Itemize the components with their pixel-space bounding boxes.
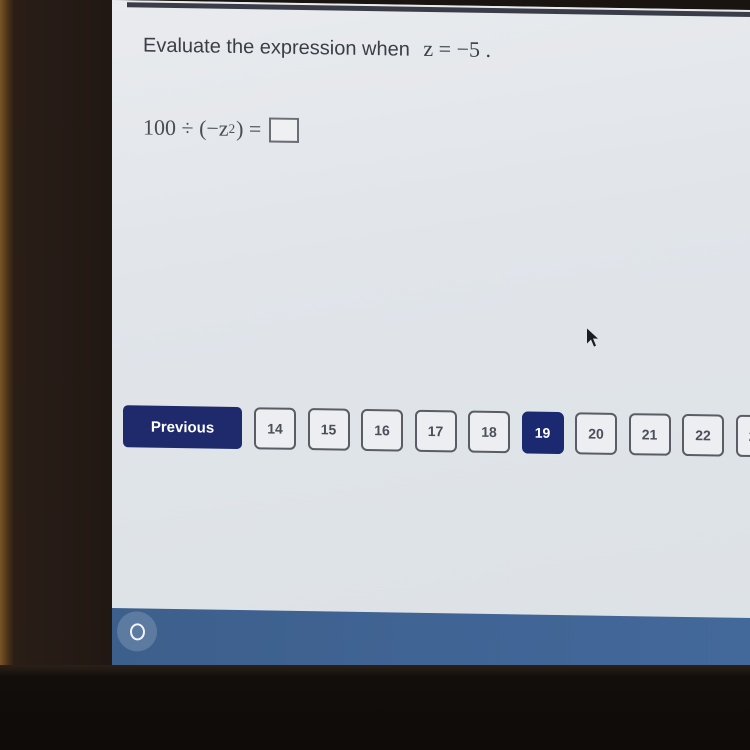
page-button-20[interactable]: 20 [575,412,617,455]
page-button-18[interactable]: 18 [468,410,510,454]
question-prompt: Evaluate the expression when z = −5 . [143,31,491,62]
previous-button[interactable]: Previous [123,405,242,450]
content-area: Evaluate the expression when z = −5 . 10… [112,0,750,621]
question-text: Evaluate the expression when [143,34,410,61]
page-button-19-current[interactable]: 19 [521,411,564,455]
page-button-21[interactable]: 21 [628,413,671,456]
question-condition: z = −5 . [423,35,491,62]
screen: Evaluate the expression when z = −5 . 10… [112,0,750,676]
question-pagination: Previous 14 15 16 17 18 19 20 21 22 23 [123,405,750,458]
monitor-bezel-bottom [0,665,750,750]
page-button-16[interactable]: 16 [361,408,403,452]
math-expression: 100 ÷ (−z 2 ) = [143,114,300,143]
page-button-23[interactable]: 23 [735,414,750,458]
page-button-17[interactable]: 17 [414,409,457,453]
cortana-button[interactable] [117,611,157,652]
page-button-15[interactable]: 15 [307,408,350,451]
answer-input[interactable] [269,116,300,143]
expression-lhs-end: ) = [236,115,262,142]
expression-lhs: 100 ÷ (−z [143,114,229,141]
mouse-cursor-icon [587,328,598,347]
header-divider [127,2,750,18]
monitor-frame-edge [0,0,10,750]
monitor-bezel-left [0,0,112,750]
page-button-14[interactable]: 14 [254,407,296,450]
cortana-circle-icon [129,622,145,641]
page-button-22[interactable]: 22 [682,413,724,457]
